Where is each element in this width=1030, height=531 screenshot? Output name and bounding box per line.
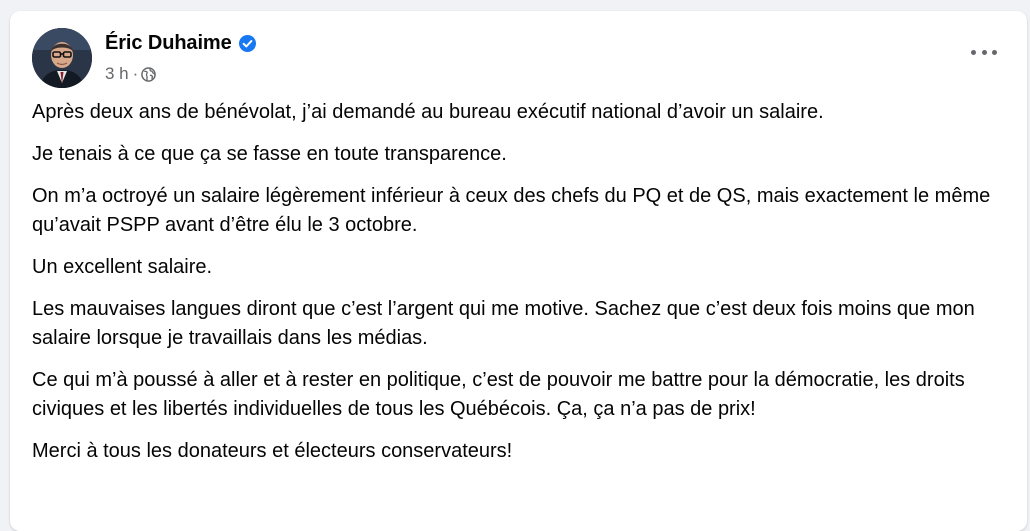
post-paragraph: Je tenais à ce que ça se fasse en toute … <box>32 143 507 165</box>
globe-icon[interactable] <box>141 67 157 82</box>
avatar-image <box>32 28 92 88</box>
post-meta: 3 h · <box>105 64 157 84</box>
post-paragraph: On m’a octroyé un salaire légèrement inf… <box>32 185 991 236</box>
author-avatar[interactable] <box>32 28 92 88</box>
post-paragraph: Après deux ans de bénévolat, j’ai demand… <box>32 101 824 123</box>
post-body: Après deux ans de bénévolat, j’ai demand… <box>32 98 992 479</box>
more-dot <box>981 49 987 55</box>
post-paragraph: Les mauvaises langues diront que c’est l… <box>32 298 975 349</box>
post-card: Éric Duhaime 3 h · Après deux ans de bén… <box>10 11 1027 531</box>
author-row: Éric Duhaime <box>105 31 256 55</box>
post-paragraph: Ce qui m’à poussé à aller et à rester en… <box>32 369 965 420</box>
verified-badge-icon <box>238 34 256 52</box>
author-name[interactable]: Éric Duhaime <box>105 32 232 55</box>
post-timestamp[interactable]: 3 h <box>105 64 129 84</box>
post-paragraph: Un excellent salaire. <box>32 256 213 278</box>
post-paragraph: Merci à tous les donateurs et électeurs … <box>32 440 513 462</box>
meta-separator: · <box>132 64 139 83</box>
more-dot <box>992 49 997 55</box>
more-dot <box>971 49 976 55</box>
post-header: Éric Duhaime 3 h · <box>10 11 1027 91</box>
more-options-icon[interactable] <box>971 45 997 59</box>
